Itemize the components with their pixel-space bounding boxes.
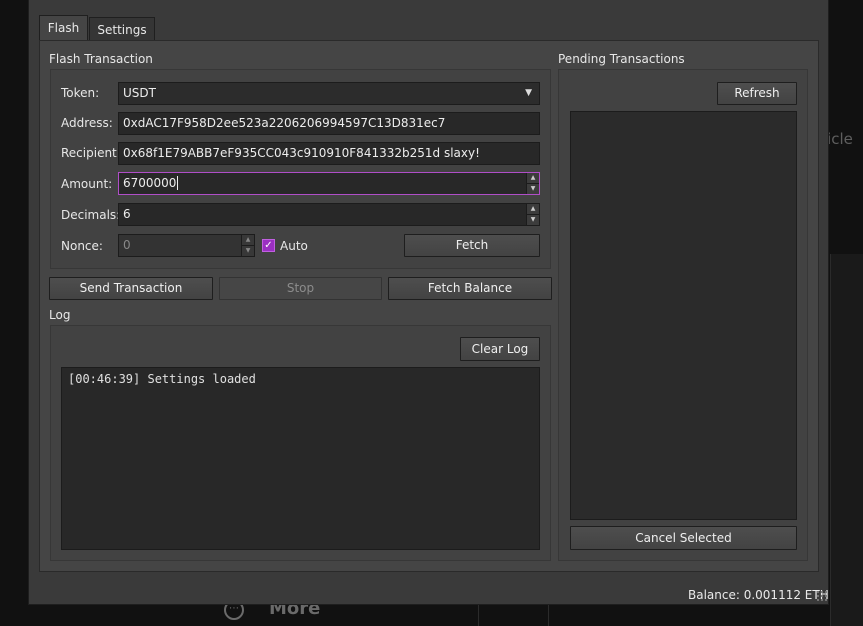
- fetch-balance-button[interactable]: Fetch Balance: [388, 277, 552, 300]
- log-title: Log: [49, 308, 71, 322]
- amount-value: 6700000: [123, 176, 177, 190]
- auto-nonce-label: Auto: [280, 239, 308, 253]
- stepper-down-icon[interactable]: ▼: [527, 215, 539, 226]
- address-input[interactable]: 0xdAC17F958D2ee523a2206206994597C13D831e…: [118, 112, 540, 135]
- recipient-label: Recipient:: [61, 146, 121, 160]
- tab-flash[interactable]: Flash: [39, 15, 88, 42]
- log-output[interactable]: [00:46:39] Settings loaded: [61, 367, 540, 550]
- amount-label: Amount:: [61, 177, 113, 191]
- decimals-value: 6: [123, 207, 131, 221]
- stepper-down-icon[interactable]: ▼: [242, 246, 254, 257]
- auto-nonce-checkbox[interactable]: ✓: [262, 239, 275, 252]
- stepper-up-icon[interactable]: ▲: [527, 204, 539, 215]
- background-divider: [548, 604, 549, 626]
- pending-transactions-list[interactable]: [570, 111, 797, 520]
- token-select[interactable]: USDT ▼: [118, 82, 540, 105]
- tab-settings[interactable]: Settings: [89, 17, 155, 41]
- token-label: Token:: [61, 86, 100, 100]
- stepper-up-icon[interactable]: ▲: [527, 173, 539, 184]
- address-label: Address:: [61, 116, 113, 130]
- send-transaction-button[interactable]: Send Transaction: [49, 277, 213, 300]
- cancel-selected-button[interactable]: Cancel Selected: [570, 526, 797, 550]
- flash-transaction-title: Flash Transaction: [49, 52, 153, 66]
- fetch-nonce-button[interactable]: Fetch: [404, 234, 540, 257]
- decimals-spinbox[interactable]: 6 ▲ ▼: [118, 203, 540, 226]
- clear-log-button[interactable]: Clear Log: [460, 337, 540, 361]
- refresh-button[interactable]: Refresh: [717, 82, 797, 105]
- resize-grip-icon[interactable]: [816, 590, 828, 602]
- balance-status: Balance: 0.001112 ETH: [688, 588, 829, 602]
- amount-stepper[interactable]: ▲ ▼: [526, 173, 539, 194]
- nonce-value: 0: [123, 238, 131, 252]
- checkmark-icon: ✓: [264, 240, 273, 251]
- stepper-up-icon[interactable]: ▲: [242, 235, 254, 246]
- stop-button[interactable]: Stop: [219, 277, 382, 300]
- log-entry: [00:46:39] Settings loaded: [68, 372, 256, 386]
- nonce-label: Nonce:: [61, 239, 103, 253]
- token-value: USDT: [123, 86, 156, 100]
- background-panel: [830, 254, 863, 626]
- nonce-stepper[interactable]: ▲ ▼: [241, 235, 254, 256]
- nonce-spinbox[interactable]: 0 ▲ ▼: [118, 234, 255, 257]
- chevron-down-icon: ▼: [525, 88, 532, 98]
- stepper-down-icon[interactable]: ▼: [527, 184, 539, 195]
- amount-spinbox[interactable]: 6700000 ▲ ▼: [118, 172, 540, 195]
- recipient-input[interactable]: 0x68f1E79ABB7eF935CC043c910910F841332b25…: [118, 142, 540, 165]
- pending-transactions-title: Pending Transactions: [558, 52, 685, 66]
- decimals-stepper[interactable]: ▲ ▼: [526, 204, 539, 225]
- decimals-label: Decimals:: [61, 208, 121, 222]
- text-cursor: [177, 176, 179, 190]
- background-divider: [478, 604, 479, 626]
